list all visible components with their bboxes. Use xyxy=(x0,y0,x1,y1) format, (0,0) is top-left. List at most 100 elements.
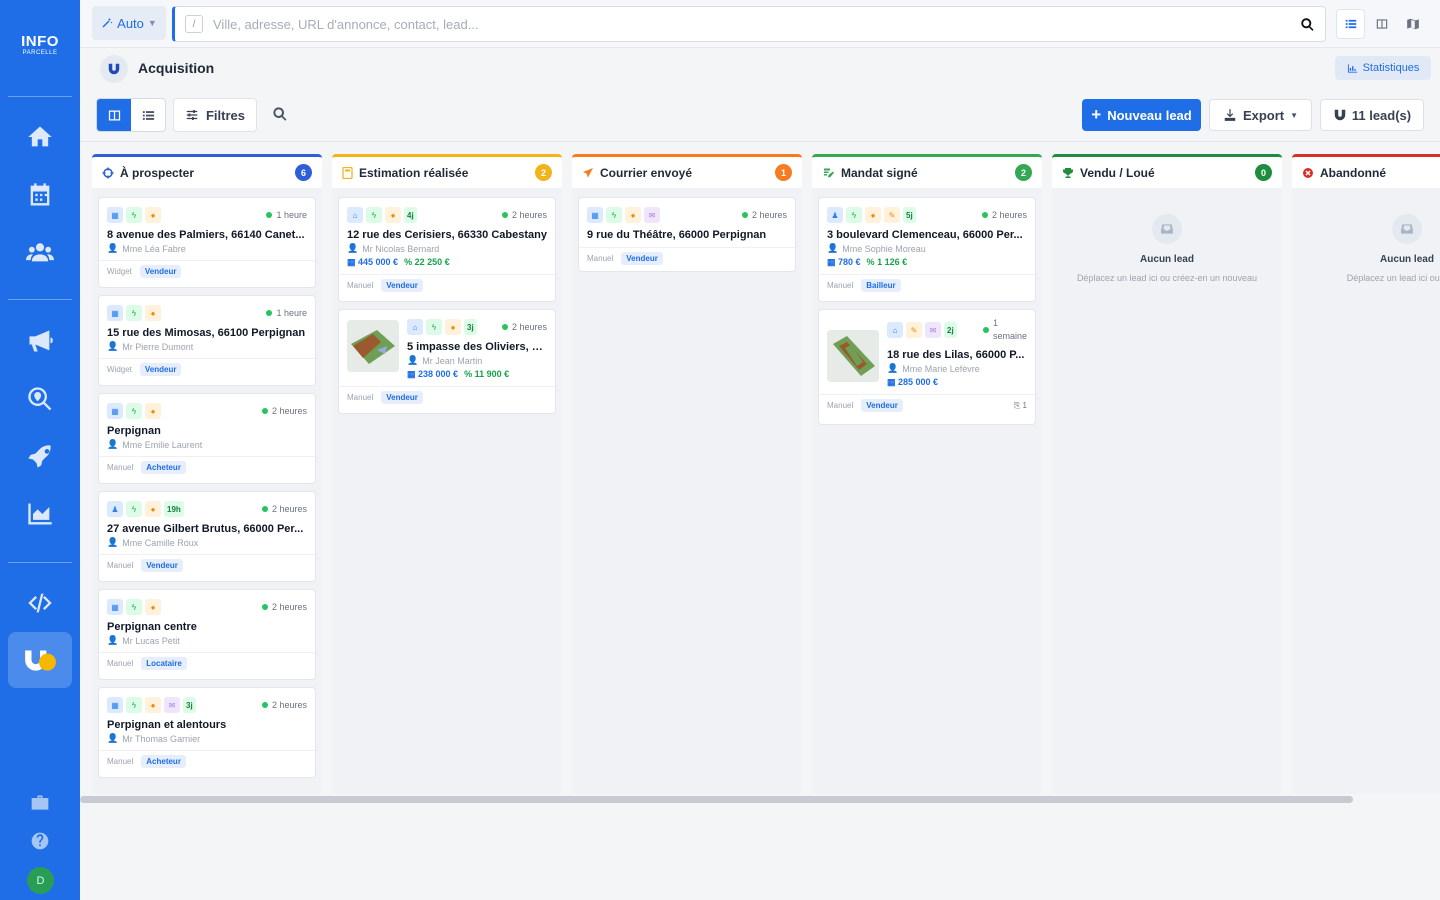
lead-card[interactable]: ▦ ϟ ● 1 heure 8 avenue des Palmiers, 66140 … xyxy=(98,197,316,288)
user-icon: 👤 xyxy=(407,355,419,365)
kanban-board: À prospecter 6 ▦ ϟ ● 1 heure 8 avenue des P… xyxy=(80,142,1440,800)
search-icon[interactable] xyxy=(272,106,288,125)
calendar-icon[interactable] xyxy=(20,175,60,215)
card-footer: Manuel Vendeur xyxy=(99,554,315,576)
lead-source: Manuel xyxy=(827,281,854,290)
column-header[interactable]: Estimation réalisée 2 xyxy=(332,154,562,188)
sidebar: INFO PARCELLE D xyxy=(0,0,80,900)
search-icon[interactable] xyxy=(1289,17,1325,32)
user-icon: 👤 xyxy=(107,243,119,253)
top-bar: Auto ▼ / Ville, adresse, URL d'annonce, … xyxy=(80,0,1440,48)
lead-title: 12 rue des Cerisiers, 66330 Cabestany xyxy=(347,229,547,241)
columns-view-icon[interactable] xyxy=(1367,9,1396,39)
lead-title: Perpignan xyxy=(107,425,161,437)
view-switcher xyxy=(1336,9,1428,39)
building-icon: ▦ xyxy=(107,599,123,615)
global-search[interactable]: / Ville, adresse, URL d'annonce, contact… xyxy=(172,6,1326,42)
chart-area-icon[interactable] xyxy=(20,494,60,534)
lead-source: Widget xyxy=(107,267,132,276)
toolbar: Filtres + Nouveau lead Export ▼ 11 lead(… xyxy=(80,92,1440,142)
search-input[interactable]: Ville, adresse, URL d'annonce, contact, … xyxy=(213,17,1289,32)
column-header[interactable]: Mandat signé 2 xyxy=(812,154,1042,188)
lead-card[interactable]: ⌂ ✎ ✉ 2j 1 semaine 18 rue des Lilas, 66000 P.… xyxy=(818,309,1036,425)
crosshair-icon xyxy=(102,167,114,178)
lead-card[interactable]: ⌂ ϟ ● 3j 2 heures 5 impasse des Oliviers, 6.… xyxy=(338,309,556,414)
lead-type-tag: Locataire xyxy=(141,657,187,670)
price-value: ▦ 445 000 € xyxy=(347,257,399,267)
building-icon: ▦ xyxy=(587,207,603,223)
bolt-icon: ϟ xyxy=(366,207,382,223)
list-view-icon[interactable] xyxy=(1336,9,1366,39)
lead-card[interactable]: ▦ ϟ ● 2 heures Perpignan 👤 Mme Emilie Lauren… xyxy=(98,393,316,484)
paperclip-icon: ⎘ xyxy=(1013,400,1021,410)
layout-toggle xyxy=(96,98,166,132)
inbox-icon xyxy=(1392,214,1422,244)
statistics-label: Statistiques xyxy=(1362,62,1420,74)
search-location-icon[interactable] xyxy=(20,379,60,419)
lead-card[interactable]: ♟ ϟ ● 19h 2 heures 27 avenue Gilbert Brutus,… xyxy=(98,491,316,582)
sidebar-divider xyxy=(8,299,72,300)
lead-source: Manuel xyxy=(347,393,374,402)
column-header[interactable]: Courrier envoyé 1 xyxy=(572,154,802,188)
horizontal-scrollbar[interactable] xyxy=(80,796,1353,803)
calendar-due-badge: 3j xyxy=(464,319,477,335)
lead-card[interactable]: ⌂ ϟ ● 4j 2 heures 12 rue des Cerisiers, 6633… xyxy=(338,197,556,302)
shortcut-key: / xyxy=(185,15,203,33)
new-lead-label: Nouveau lead xyxy=(1107,107,1192,123)
cancel-circle-icon xyxy=(1303,167,1313,178)
fire-icon: ● xyxy=(145,403,161,419)
time-ago: 2 heures xyxy=(261,602,307,612)
empty-subtitle: Déplacez un lead ici ou créez-en un nouv… xyxy=(1076,273,1258,283)
search-mode-dropdown[interactable]: Auto ▼ xyxy=(92,6,166,40)
fire-icon: ● xyxy=(145,501,161,517)
chart-icon xyxy=(1347,63,1357,73)
code-icon[interactable] xyxy=(20,583,60,623)
new-lead-button[interactable]: + Nouveau lead xyxy=(1082,99,1201,131)
statistics-button[interactable]: Statistiques xyxy=(1335,56,1431,80)
fire-icon: ● xyxy=(145,305,161,321)
column-header[interactable]: À prospecter 6 xyxy=(92,154,322,188)
logo-text: INFO xyxy=(21,33,59,50)
lead-card[interactable]: ♟ ϟ ● ✎ 5j 2 heures 3 boulevard Clemenceau, 6… xyxy=(818,197,1036,302)
empty-state: Aucun lead Déplacez un lead ici ou créez… xyxy=(1292,214,1440,283)
avatar[interactable]: D xyxy=(27,867,54,894)
lead-source: Manuel xyxy=(827,401,854,410)
lead-card[interactable]: ▦ ϟ ● ✉ 3j 2 heures Perpignan et alentours 👤 M… xyxy=(98,687,316,778)
lead-source: Widget xyxy=(107,365,132,374)
toolbox-icon[interactable] xyxy=(20,783,60,823)
lead-card[interactable]: ▦ ϟ ● ✉ 2 heures 9 rue du Théâtre, 66000 Per… xyxy=(578,197,796,272)
lead-title: 3 boulevard Clemenceau, 66000 Per... xyxy=(827,229,1023,241)
filters-button[interactable]: Filtres xyxy=(173,98,257,132)
rocket-icon[interactable] xyxy=(20,436,60,476)
home-icon[interactable] xyxy=(20,117,60,157)
page-header: Acquisition Statistiques xyxy=(80,48,1440,92)
price-value: ▦ 780 € xyxy=(827,257,861,267)
signature-icon xyxy=(824,168,834,177)
column-a-prospecter: À prospecter 6 ▦ ϟ ● 1 heure 8 avenue des P… xyxy=(92,154,322,794)
lead-card[interactable]: ▦ ϟ ● 2 heures Perpignan centre 👤 Mr Lucas P… xyxy=(98,589,316,680)
help-icon[interactable] xyxy=(20,821,60,861)
calendar-due-badge: 4j xyxy=(404,207,417,223)
acquisition-magnet-icon[interactable] xyxy=(8,632,72,688)
time-ago: 2 heures xyxy=(261,504,307,514)
lead-contact: 👤 Mr Nicolas Bernard xyxy=(347,243,440,254)
export-button[interactable]: Export ▼ xyxy=(1209,99,1312,131)
users-icon[interactable] xyxy=(20,232,60,272)
building-icon: ▦ xyxy=(107,305,123,321)
lead-type-tag: Vendeur xyxy=(381,279,423,292)
price-value: ▦ 238 000 € xyxy=(407,369,459,379)
sidebar-divider xyxy=(8,562,72,563)
lead-type-tag: Vendeur xyxy=(139,363,182,376)
map-view-icon[interactable] xyxy=(1399,9,1428,39)
megaphone-icon[interactable] xyxy=(20,321,60,361)
lead-source: Manuel xyxy=(107,561,134,570)
calendar-due-badge: 5j xyxy=(903,207,916,223)
column-header[interactable]: Abandonné xyxy=(1292,154,1440,188)
column-header[interactable]: Vendu / Loué 0 xyxy=(1052,154,1282,188)
list-view-icon[interactable] xyxy=(131,99,165,131)
lead-pricing: ▦ 445 000 € % 22 250 € xyxy=(339,257,555,268)
lead-card[interactable]: ▦ ϟ ● 1 heure 15 rue des Mimosas, 66100 Per… xyxy=(98,295,316,386)
app-logo[interactable]: INFO PARCELLE xyxy=(18,34,62,62)
kanban-view-icon[interactable] xyxy=(97,99,131,131)
lead-source: Manuel xyxy=(587,254,614,263)
